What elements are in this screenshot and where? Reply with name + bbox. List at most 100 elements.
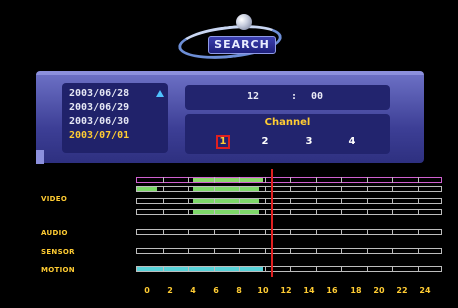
track-tick bbox=[392, 266, 393, 272]
motion-track[interactable] bbox=[136, 266, 442, 272]
track-tick bbox=[290, 209, 291, 215]
track-tick bbox=[213, 209, 215, 215]
track-tick bbox=[162, 229, 164, 235]
track-tick bbox=[264, 177, 266, 183]
channel-selector: Channel 1 2 3 4 bbox=[185, 114, 390, 154]
time-minute[interactable]: 00 bbox=[311, 91, 323, 102]
track-tick bbox=[417, 266, 419, 272]
track-tick bbox=[341, 177, 342, 183]
video-track-2[interactable] bbox=[136, 198, 442, 204]
track-tick bbox=[315, 248, 317, 254]
track-tick bbox=[366, 209, 368, 215]
track-tick bbox=[341, 186, 342, 192]
time-cursor[interactable] bbox=[271, 169, 273, 277]
track-tick bbox=[162, 209, 164, 215]
track-tick bbox=[366, 186, 368, 192]
hour-tick-label: 2 bbox=[167, 286, 173, 295]
track-tick bbox=[264, 198, 266, 204]
hour-tick-label: 8 bbox=[236, 286, 242, 295]
track-tick bbox=[315, 229, 317, 235]
time-hour[interactable]: 12 bbox=[247, 91, 259, 102]
track-tick bbox=[162, 248, 164, 254]
track-tick bbox=[188, 186, 189, 192]
track-tick bbox=[290, 248, 291, 254]
track-tick bbox=[188, 229, 189, 235]
track-tick bbox=[315, 266, 317, 272]
date-item[interactable]: 2003/06/29 bbox=[69, 101, 168, 115]
track-tick bbox=[341, 248, 342, 254]
audio-label: AUDIO bbox=[41, 229, 68, 237]
track-tick bbox=[341, 198, 342, 204]
video-track-3[interactable] bbox=[136, 209, 442, 215]
track-tick bbox=[213, 266, 215, 272]
panel-tab bbox=[36, 150, 44, 164]
time-separator: : bbox=[291, 91, 298, 102]
track-tick bbox=[239, 186, 240, 192]
audio-track[interactable] bbox=[136, 229, 442, 235]
date-item[interactable]: 2003/06/28 bbox=[69, 87, 168, 101]
track-tick bbox=[315, 209, 317, 215]
track-tick bbox=[392, 177, 393, 183]
track-tick bbox=[366, 177, 368, 183]
record-segment bbox=[193, 187, 259, 191]
record-segment bbox=[137, 187, 157, 191]
track-tick bbox=[315, 186, 317, 192]
channel-option-3[interactable]: 3 bbox=[302, 135, 316, 149]
track-tick bbox=[392, 209, 393, 215]
track-tick bbox=[392, 198, 393, 204]
logo-sphere-icon bbox=[236, 14, 252, 30]
track-tick bbox=[239, 198, 240, 204]
channel-option-4[interactable]: 4 bbox=[345, 135, 359, 149]
channel-title: Channel bbox=[264, 117, 311, 128]
track-tick bbox=[290, 229, 291, 235]
search-logo: SEARCH bbox=[176, 14, 288, 64]
hour-tick-label: 10 bbox=[257, 286, 269, 295]
track-tick bbox=[341, 209, 342, 215]
track-tick bbox=[366, 266, 368, 272]
hour-tick-label: 0 bbox=[144, 286, 150, 295]
video-label: VIDEO bbox=[41, 195, 68, 203]
hour-tick-label: 18 bbox=[350, 286, 362, 295]
track-tick bbox=[264, 248, 266, 254]
track-tick bbox=[290, 177, 291, 183]
track-tick bbox=[315, 177, 317, 183]
channel-option-1[interactable]: 1 bbox=[216, 135, 230, 149]
track-tick bbox=[188, 266, 189, 272]
track-tick bbox=[366, 229, 368, 235]
time-field[interactable]: 12 : 00 bbox=[185, 85, 390, 110]
hour-tick-label: 20 bbox=[373, 286, 385, 295]
sensor-track[interactable] bbox=[136, 248, 442, 254]
hour-tick-label: 12 bbox=[280, 286, 292, 295]
sensor-label: SENSOR bbox=[41, 248, 75, 256]
track-tick bbox=[392, 229, 393, 235]
track-tick bbox=[315, 198, 317, 204]
logo-text: SEARCH bbox=[208, 36, 276, 54]
record-segment bbox=[193, 210, 259, 214]
date-item-selected[interactable]: 2003/07/01 bbox=[69, 129, 168, 143]
track-tick bbox=[213, 198, 215, 204]
track-tick bbox=[213, 186, 215, 192]
track-tick bbox=[417, 229, 419, 235]
track-tick bbox=[341, 266, 342, 272]
track-tick bbox=[417, 198, 419, 204]
track-tick bbox=[417, 186, 419, 192]
track-tick bbox=[188, 177, 189, 183]
motion-segment bbox=[137, 267, 263, 271]
hour-tick-label: 24 bbox=[419, 286, 431, 295]
video-track-overview[interactable] bbox=[136, 177, 442, 183]
track-tick bbox=[264, 266, 266, 272]
track-tick bbox=[392, 248, 393, 254]
scroll-up-arrow-icon[interactable] bbox=[156, 90, 164, 97]
track-tick bbox=[366, 248, 368, 254]
track-tick bbox=[188, 198, 189, 204]
track-tick bbox=[290, 266, 291, 272]
track-tick bbox=[162, 198, 164, 204]
track-tick bbox=[239, 229, 240, 235]
track-tick bbox=[188, 209, 189, 215]
track-tick bbox=[162, 186, 164, 192]
date-item[interactable]: 2003/06/30 bbox=[69, 115, 168, 129]
track-tick bbox=[417, 177, 419, 183]
hour-tick-label: 14 bbox=[303, 286, 315, 295]
video-track-1[interactable] bbox=[136, 186, 442, 192]
channel-option-2[interactable]: 2 bbox=[258, 135, 272, 149]
